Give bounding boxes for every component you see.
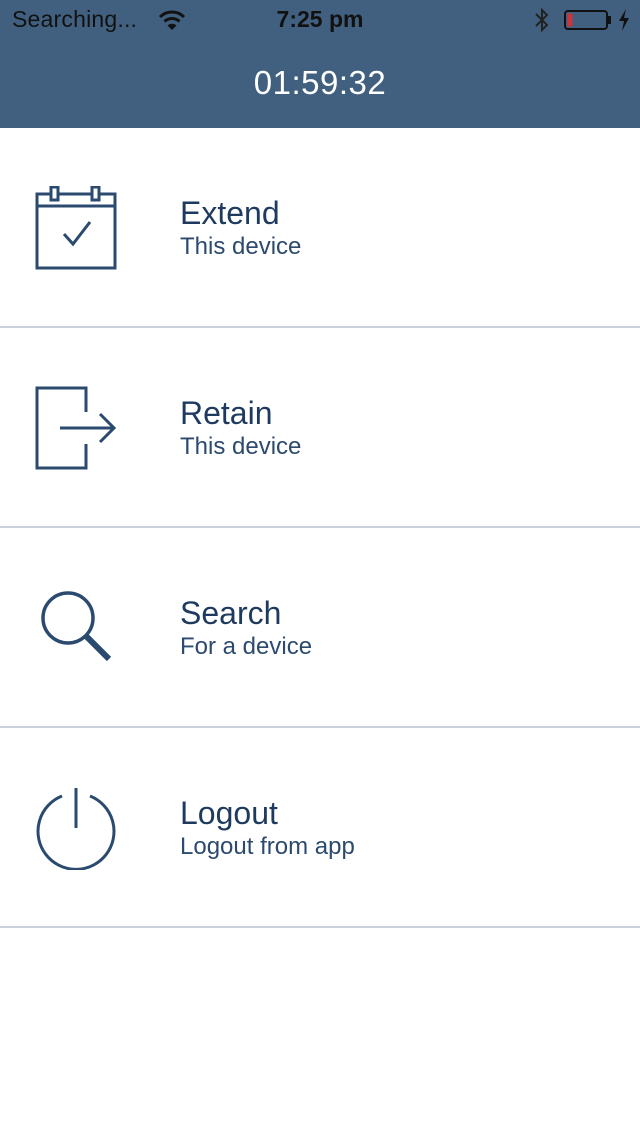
menu-item-subtitle: This device xyxy=(180,233,302,260)
calendar-check-icon xyxy=(35,186,117,270)
menu-item-title: Retain xyxy=(180,395,273,431)
menu-item-retain[interactable]: Retain This device xyxy=(0,328,640,528)
menu-item-title: Extend xyxy=(180,195,280,231)
menu-item-extend[interactable]: Extend This device xyxy=(0,128,640,328)
battery-icon xyxy=(564,10,611,30)
search-icon xyxy=(41,591,112,662)
menu-item-title: Search xyxy=(180,595,282,631)
menu-item-subtitle: This device xyxy=(180,433,302,460)
menu-item-subtitle: For a device xyxy=(180,633,313,660)
exit-arrow-icon xyxy=(35,386,117,470)
status-bar: Searching... 7:25 pm xyxy=(0,0,640,40)
power-icon xyxy=(36,788,116,870)
menu-item-subtitle: Logout from app xyxy=(180,833,355,860)
charging-icon xyxy=(619,9,629,31)
menu-item-search[interactable]: Search For a device xyxy=(0,528,640,728)
menu-item-title: Logout xyxy=(180,795,278,831)
menu-item-logout[interactable]: Logout Logout from app xyxy=(0,728,640,928)
bluetooth-icon xyxy=(535,7,549,33)
app-header: Searching... 7:25 pm 01:59:32 xyxy=(0,0,640,128)
session-timer: 01:59:32 xyxy=(253,64,387,101)
menu-list: Extend This device Retain This device Se… xyxy=(0,128,640,928)
